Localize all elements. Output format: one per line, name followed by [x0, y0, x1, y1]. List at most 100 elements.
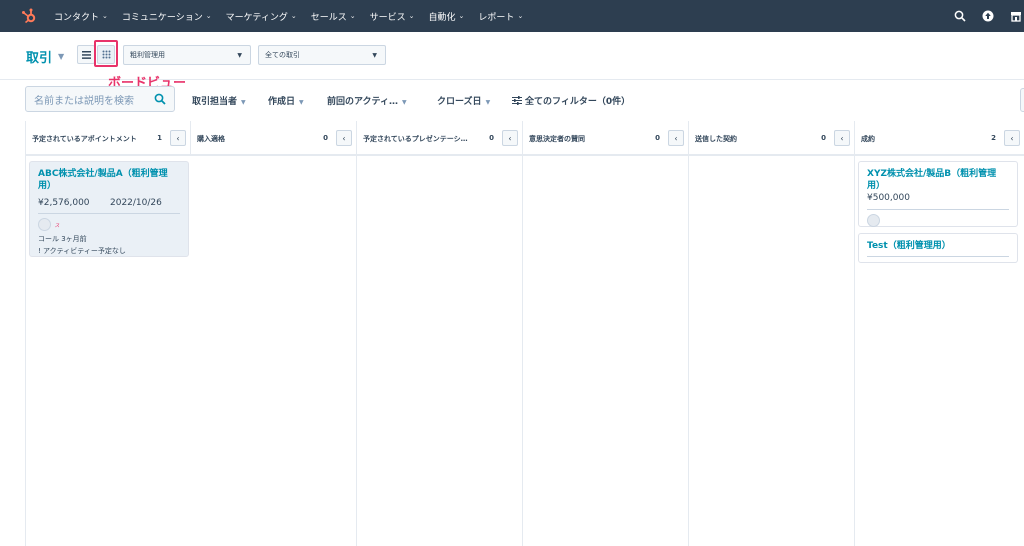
column-name: 予定されているプレゼンテーシ…: [363, 135, 468, 143]
chevron-left-icon: ‹: [1010, 133, 1014, 143]
column-name: 送信した契約: [695, 135, 737, 143]
nav-reports[interactable]: レポート ⌄: [478, 10, 523, 23]
deals-filter-select[interactable]: 全ての取引 ▼: [258, 45, 386, 65]
collapse-column-button[interactable]: ‹: [834, 130, 850, 146]
nav-service[interactable]: サービス ⌄: [370, 10, 415, 23]
nav-marketing[interactable]: マーケティング ⌄: [226, 10, 297, 23]
deal-name-link[interactable]: XYZ株式会社/製品B（粗利管理用）: [867, 168, 1007, 192]
deal-amount: ¥500,000: [867, 193, 910, 203]
deals-filter-value: 全ての取引: [265, 51, 300, 59]
card-divider: [867, 256, 1009, 257]
nav-communication[interactable]: コミュニケーション ⌄: [122, 10, 212, 23]
top-navigation: コンタクト ⌄ コミュニケーション ⌄ マーケティング ⌄ セールス ⌄ サービス ⌄ 自…: [0, 0, 1024, 32]
chevron-down-icon: ⌄: [458, 12, 465, 20]
column-name: 予定されているアポイントメント: [32, 135, 137, 143]
chevron-down-icon: ⌄: [290, 12, 297, 20]
board-options-button[interactable]: [1020, 88, 1024, 112]
next-activity-text: ! アクティビティー予定なし: [38, 247, 126, 255]
upgrade-icon[interactable]: [980, 8, 996, 24]
collapse-column-button[interactable]: ‹: [668, 130, 684, 146]
column-body: [357, 155, 522, 546]
chevron-down-icon: ⌄: [205, 12, 212, 20]
sliders-icon: [512, 96, 522, 105]
caret-down-icon: ▼: [241, 99, 246, 106]
collapse-column-button[interactable]: ‹: [1004, 130, 1020, 146]
nav-communication-label: コミュニケーション: [121, 12, 203, 23]
deal-close-date: 2022/10/26: [110, 198, 162, 208]
column-count: 0: [821, 134, 826, 142]
collapse-column-button[interactable]: ‹: [170, 130, 186, 146]
hubspot-logo-icon[interactable]: [18, 5, 40, 27]
search-icon[interactable]: [154, 93, 166, 108]
list-view-button[interactable]: [77, 45, 95, 64]
search-input[interactable]: 名前または説明を検索: [25, 86, 175, 112]
deal-amount: ¥2,576,000: [38, 198, 90, 208]
all-filters-button[interactable]: 全てのフィルター（0件）: [512, 94, 630, 107]
search-placeholder: 名前または説明を検索: [34, 95, 134, 107]
column-header: 予定されているプレゼンテーシ… 0 ‹: [357, 121, 522, 155]
board-column: 成約 2 ‹ XYZ株式会社/製品B（粗利管理用） ¥500,000 Test（…: [855, 121, 1024, 546]
collapse-column-button[interactable]: ‹: [336, 130, 352, 146]
deal-card[interactable]: ABC株式会社/製品A（粗利管理用） ¥2,576,000 2022/10/26…: [29, 161, 189, 257]
nav-marketing-label: マーケティング: [225, 12, 288, 23]
column-header: 成約 2 ‹: [855, 121, 1024, 155]
column-count: 1: [157, 134, 162, 142]
avatar: [38, 218, 51, 231]
card-divider: [38, 213, 180, 214]
nav-automation[interactable]: 自動化 ⌄: [429, 10, 465, 23]
nav-automation-label: 自動化: [428, 12, 456, 23]
chevron-down-icon: ⌄: [517, 12, 524, 20]
column-name: 意思決定者の賛同: [529, 135, 585, 143]
filter-create-date-label: 作成日: [268, 97, 296, 107]
filter-last-activity[interactable]: 前回のアクティ… ▼: [327, 94, 407, 107]
column-count: 2: [991, 134, 996, 142]
chevron-down-icon: ⌄: [102, 12, 108, 20]
caret-down-icon: ▼: [58, 52, 65, 61]
column-body: [689, 155, 854, 546]
board-view-highlight: [94, 40, 118, 67]
pipeline-select[interactable]: 粗利管理用 ▼: [123, 45, 251, 65]
nav-service-label: サービス: [369, 12, 406, 23]
deal-name-link[interactable]: Test（粗利管理用）: [867, 240, 1007, 252]
pipeline-select-value: 粗利管理用: [130, 51, 165, 59]
deal-card[interactable]: XYZ株式会社/製品B（粗利管理用） ¥500,000: [858, 161, 1018, 227]
board-column: 購入適格 0 ‹: [191, 121, 357, 546]
page-title[interactable]: 取引 ▼: [26, 47, 64, 66]
filter-bar: 名前または説明を検索 取引担当者 ▼ 作成日 ▼ 前回のアクティ… ▼ クローズ日 ▼ …: [0, 80, 1024, 120]
chevron-down-icon: ⌄: [349, 12, 356, 20]
caret-down-icon: ▼: [237, 52, 242, 59]
nav-sales[interactable]: セールス ⌄: [311, 10, 356, 23]
filter-close-date-label: クローズ日: [437, 97, 482, 107]
filter-last-activity-label: 前回のアクティ…: [327, 97, 399, 107]
last-activity-text: コール 3ヶ月前: [38, 235, 87, 243]
filter-create-date[interactable]: 作成日 ▼: [268, 94, 304, 107]
caret-down-icon: ▼: [299, 99, 304, 106]
caret-down-icon: ▼: [372, 52, 377, 59]
caret-down-icon: ▼: [485, 99, 491, 106]
column-body: [523, 155, 688, 546]
nav-reports-label: レポート: [478, 12, 515, 23]
chevron-left-icon: ‹: [176, 133, 180, 143]
column-header: 送信した契約 0 ‹: [689, 121, 854, 155]
chevron-left-icon: ‹: [342, 133, 346, 143]
column-body: XYZ株式会社/製品B（粗利管理用） ¥500,000 Test（粗利管理用）: [855, 155, 1024, 546]
page-title-label: 取引: [26, 51, 53, 66]
chevron-left-icon: ‹: [508, 133, 512, 143]
collapse-column-button[interactable]: ‹: [502, 130, 518, 146]
column-header: 予定されているアポイントメント 1 ‹: [26, 121, 190, 155]
card-divider: [867, 209, 1009, 210]
column-name: 購入適格: [197, 135, 225, 143]
board-column: 予定されているプレゼンテーシ… 0 ‹: [357, 121, 523, 546]
search-icon[interactable]: [952, 8, 968, 24]
deal-card[interactable]: Test（粗利管理用）: [858, 233, 1018, 263]
column-body: ABC株式会社/製品A（粗利管理用） ¥2,576,000 2022/10/26…: [26, 155, 191, 546]
nav-contacts[interactable]: コンタクト ⌄: [54, 10, 108, 23]
nav-contacts-label: コンタクト: [54, 12, 100, 23]
caret-down-icon: ▼: [402, 99, 407, 106]
marketplace-icon[interactable]: [1008, 8, 1024, 24]
board-column: 意思決定者の賛同 0 ‹: [523, 121, 689, 546]
deal-name-link[interactable]: ABC株式会社/製品A（粗利管理用）: [38, 168, 178, 192]
filter-deal-owner-label: 取引担当者: [192, 97, 238, 107]
filter-close-date[interactable]: クローズ日 ▼: [437, 94, 490, 107]
filter-deal-owner[interactable]: 取引担当者 ▼: [192, 94, 246, 107]
